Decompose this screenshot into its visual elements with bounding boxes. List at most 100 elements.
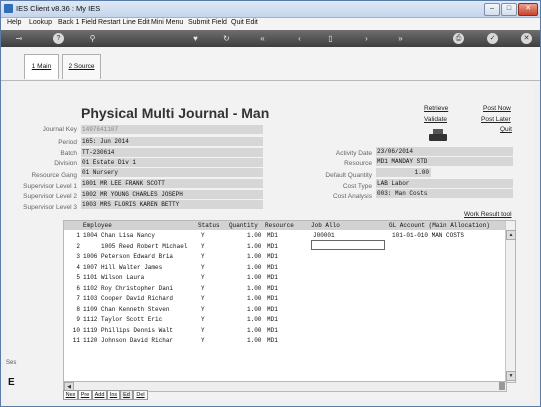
post-later-link[interactable]: Post Later — [481, 116, 511, 123]
cell-quantity[interactable]: 1.00 — [247, 337, 261, 344]
close-button[interactable]: ✕ — [518, 3, 538, 16]
cell-status[interactable]: Y — [201, 295, 205, 302]
minimize-button[interactable]: – — [484, 3, 500, 16]
cell-resource[interactable]: MD1 — [267, 306, 278, 313]
cost-analysis-field[interactable]: 003: Man Costs — [376, 189, 513, 198]
scroll-up-icon[interactable]: ▲ — [506, 230, 516, 240]
cell-status[interactable]: Y — [201, 274, 205, 281]
cell-status[interactable]: Y — [201, 253, 205, 260]
menu-submit-field[interactable]: Submit Field — [188, 19, 227, 26]
cell-status[interactable]: Y — [201, 316, 205, 323]
next-button[interactable]: Nex — [63, 390, 78, 400]
tab-main[interactable]: 1 Main — [24, 54, 59, 79]
print-icon[interactable]: ⎙ — [453, 33, 464, 44]
cell-resource[interactable]: MD1 — [267, 274, 278, 281]
delete-button[interactable]: Del — [133, 390, 148, 400]
cell-employee[interactable]: 1005 Reed Robert Michael — [83, 243, 187, 250]
edit-button[interactable]: Ed — [120, 390, 133, 400]
cell-employee[interactable]: 1103 Cooper David Richard — [83, 295, 173, 302]
cell-employee[interactable]: 1112 Taylor Scott Eric — [83, 316, 162, 323]
cell-employee[interactable]: 1007 Hill Walter James — [83, 264, 162, 271]
search-icon[interactable]: ⚲ — [87, 33, 98, 44]
scroll-thumb[interactable] — [499, 382, 505, 390]
job-allo-edit-cell[interactable] — [311, 240, 385, 250]
forward-icon[interactable]: › — [361, 33, 372, 44]
fast-forward-icon[interactable]: » — [395, 33, 406, 44]
journal-key-field[interactable]: 1497641107 — [81, 125, 263, 134]
quit-link[interactable]: Quit — [500, 126, 512, 133]
post-now-link[interactable]: Post Now — [483, 105, 511, 112]
maximize-button[interactable]: □ — [501, 3, 517, 16]
header-resource[interactable]: Resource — [265, 222, 294, 229]
batch-field[interactable]: TT-230614 — [81, 148, 263, 157]
cell-employee[interactable]: 1119 Phillips Dennis Walt — [83, 327, 173, 334]
rewind-icon[interactable]: « — [257, 33, 268, 44]
cell-employee[interactable]: 1004 Chan Lisa Nancy — [83, 232, 155, 239]
menu-lookup[interactable]: Lookup — [29, 19, 52, 26]
work-result-tool-link[interactable]: Work Result tool — [464, 211, 512, 218]
insert-button[interactable]: Ins — [107, 390, 120, 400]
check-icon[interactable]: ✓ — [487, 33, 498, 44]
supervisor-level-2-field[interactable]: 1002 MR YOUNG CHARLES JOSEPH — [81, 190, 263, 199]
cell-status[interactable]: Y — [201, 232, 205, 239]
menu-mini-menu[interactable]: Mini Menu — [151, 19, 183, 26]
cell-resource[interactable]: MD1 — [267, 232, 278, 239]
back-icon[interactable]: ‹ — [294, 33, 305, 44]
cell-resource[interactable]: MD1 — [267, 327, 278, 334]
add-button[interactable]: Add — [92, 390, 107, 400]
cell-quantity[interactable]: 1.00 — [247, 253, 261, 260]
retrieve-link[interactable]: Retrieve — [424, 105, 448, 112]
cell-status[interactable]: Y — [201, 337, 205, 344]
cell-quantity[interactable]: 1.00 — [247, 285, 261, 292]
printer-icon[interactable] — [429, 129, 447, 141]
cell-resource[interactable]: MD1 — [267, 253, 278, 260]
cell-resource[interactable]: MD1 — [267, 337, 278, 344]
tab-source[interactable]: 2 Source — [62, 54, 101, 79]
cell-quantity[interactable]: 1.00 — [247, 232, 261, 239]
menu-quit-edit[interactable]: Quit Edit — [231, 19, 258, 26]
vertical-scrollbar[interactable]: ▲ ▼ — [505, 221, 516, 382]
activity-date-field[interactable]: 23/06/2014 — [376, 147, 513, 156]
menu-restart-line-edit[interactable]: Restart Line Edit — [98, 19, 150, 26]
cell-status[interactable]: Y — [201, 285, 205, 292]
header-status[interactable]: Status — [198, 222, 220, 229]
cell-resource[interactable]: MD1 — [267, 243, 278, 250]
resource-gang-field[interactable]: 01 Nursery — [81, 168, 263, 177]
refresh-icon[interactable]: ↻ — [221, 33, 232, 44]
key-icon[interactable]: ⊸ — [11, 33, 27, 44]
cost-type-field[interactable]: LAB Labor — [376, 179, 513, 188]
menu-help[interactable]: Help — [7, 19, 21, 26]
period-field[interactable]: 165: Jun 2014 — [81, 137, 263, 146]
cell-resource[interactable]: MD1 — [267, 316, 278, 323]
default-quantity-field[interactable]: 1.00 — [376, 168, 431, 177]
cell-quantity[interactable]: 1.00 — [247, 316, 261, 323]
cell-quantity[interactable]: 1.00 — [247, 295, 261, 302]
document-icon[interactable]: ▯ — [325, 33, 336, 44]
validate-link[interactable]: Validate — [424, 116, 447, 123]
cell-status[interactable]: Y — [201, 306, 205, 313]
cell-status[interactable]: Y — [201, 327, 205, 334]
cell-resource[interactable]: MD1 — [267, 285, 278, 292]
cell-quantity[interactable]: 1.00 — [247, 274, 261, 281]
cell-employee[interactable]: 1109 Chan Kenneth Steven — [83, 306, 169, 313]
heart-icon[interactable]: ♥ — [190, 33, 201, 44]
cell-quantity[interactable]: 1.00 — [247, 327, 261, 334]
header-gl-account[interactable]: GL Account (Main Allocation) — [389, 222, 490, 229]
cell-gl-account[interactable]: 101-01-010 MAN COSTS — [392, 232, 464, 239]
cell-employee[interactable]: 1006 Peterson Edward Bria — [83, 253, 173, 260]
cell-employee[interactable]: 1101 Wilson Laura — [83, 274, 144, 281]
cell-job-allo[interactable]: J00001 — [313, 232, 335, 239]
cell-resource[interactable]: MD1 — [267, 264, 278, 271]
header-employee[interactable]: Employee — [83, 222, 112, 229]
header-job-allo[interactable]: Job Allo — [311, 222, 340, 229]
division-field[interactable]: 01 Estate Div 1 — [81, 158, 263, 167]
cell-employee[interactable]: 1120 Johnson David Richar — [83, 337, 173, 344]
previous-button[interactable]: Pre — [78, 390, 92, 400]
supervisor-level-1-field[interactable]: 1001 MR LEE FRANK SCOTT — [81, 179, 263, 188]
supervisor-level-3-field[interactable]: 1003 MRS FLORIS KAREN BETTY — [81, 200, 263, 209]
resource-field[interactable]: MD1 MANDAY STD — [376, 157, 513, 166]
scroll-down-icon[interactable]: ▼ — [506, 371, 516, 381]
close-icon[interactable]: ✕ — [521, 33, 532, 44]
cell-quantity[interactable]: 1.00 — [247, 306, 261, 313]
menu-back-1-field[interactable]: Back 1 Field — [58, 19, 97, 26]
